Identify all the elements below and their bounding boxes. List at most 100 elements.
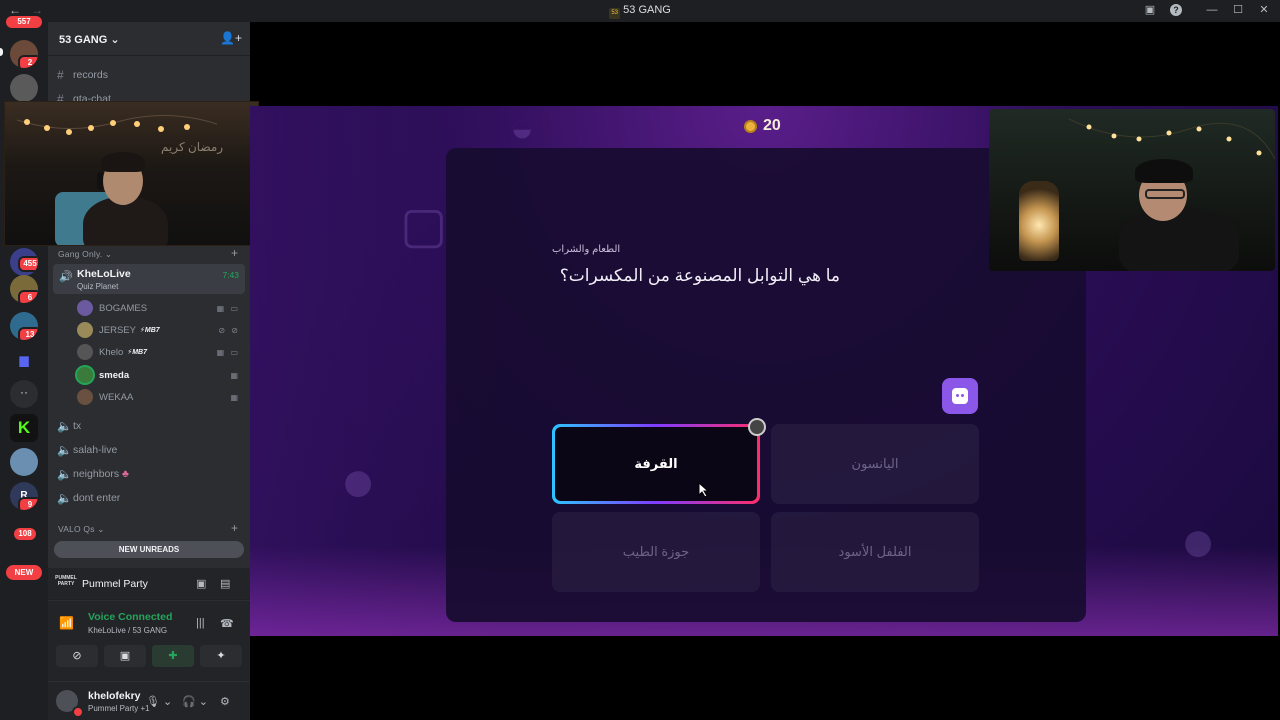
hash-icon: # (57, 68, 64, 82)
disconnect-icon[interactable]: ☎ (220, 617, 234, 630)
create-channel-icon[interactable]: + (231, 246, 238, 260)
ramadan-lantern (1019, 181, 1059, 261)
coin-counter: 20 (744, 117, 781, 135)
create-channel-icon[interactable]: + (231, 521, 238, 535)
voice-member[interactable]: Khelo ⚡MB7 (77, 342, 147, 362)
coin-icon (744, 119, 757, 133)
server-icon[interactable]: 2 (10, 40, 38, 68)
server-icon[interactable]: 13 (10, 312, 38, 340)
status-indicator (72, 706, 84, 718)
camera-off-button[interactable]: ⊘ (56, 645, 98, 667)
server-indicator (0, 48, 3, 56)
voice-channel-tx[interactable]: 🔈 tx (57, 419, 81, 433)
help-icon[interactable]: ? (1170, 3, 1182, 16)
answer-option-1[interactable]: القرفة (552, 418, 766, 504)
voice-channel-dont-enter[interactable]: 🔈 dont enter (57, 491, 120, 505)
avatar (77, 389, 93, 405)
answer-option-2[interactable]: اليانسون (771, 424, 979, 504)
activities-button[interactable]: ✚ (152, 645, 194, 667)
server-icon[interactable]: R 9 (10, 482, 38, 510)
voice-member[interactable]: WEKAA (77, 387, 133, 407)
headphones-icon[interactable]: 🎧 ⌄ (182, 695, 208, 708)
new-servers-badge[interactable]: NEW (6, 565, 42, 580)
microphone-icon[interactable]: 🎙 ⌄ (146, 695, 172, 708)
person-body (1119, 207, 1239, 271)
question-category: الطعام والشراب (552, 244, 621, 255)
avatar (77, 300, 93, 316)
speaker-icon: 🔈 (57, 419, 72, 433)
minimize-icon[interactable]: — (1206, 4, 1218, 16)
chevron-down-icon: ⌄ (110, 34, 120, 46)
speaker-icon: 🔊 (59, 271, 73, 283)
voice-status[interactable]: Voice Connected (88, 611, 172, 623)
speaker-icon: 🔈 (57, 443, 72, 457)
soundboard-button[interactable]: ✦ (200, 645, 242, 667)
noise-suppression-icon[interactable]: ||| (196, 617, 205, 629)
guild-header[interactable]: 53 GANG ⌄ 👤+ (48, 22, 250, 56)
window-title: 53 53 GANG (0, 4, 1280, 19)
person-hair (101, 152, 145, 172)
kick-server-icon[interactable]: K (10, 414, 38, 442)
user-panel: khelofekry Pummel Party +1 🎙 ⌄ 🎧 ⌄ ⚙ (48, 682, 250, 720)
folder-icon[interactable]: ▆ (10, 346, 38, 374)
ramadan-text: رمضان كريم (161, 140, 224, 154)
emote-eye (961, 394, 964, 397)
avatar (77, 344, 93, 360)
voice-channel-kheLolive[interactable]: 🔊 KheLoLive Quiz Planet 7:43 (53, 264, 245, 294)
activity-name: Pummel Party (82, 578, 148, 590)
category-gang-only[interactable]: Gang Only. ⌄ (58, 249, 112, 260)
headphones (97, 172, 103, 190)
voice-member[interactable]: JERSEY ⚡MB7 (77, 320, 160, 340)
game-logo: PUMMEL PARTY (55, 575, 77, 587)
invite-people-icon[interactable]: 👤+ (220, 31, 242, 45)
avatar (77, 367, 93, 383)
settings-gear-icon[interactable]: ⚙ (220, 695, 230, 708)
category-valo-qs[interactable]: VALO Qs ⌄ (58, 524, 105, 535)
member-status-icons: ▦ ▭ (216, 348, 240, 357)
new-unreads-button[interactable]: NEW UNREADS (54, 541, 244, 558)
voice-channel-path[interactable]: KheLoLive / 53 GANG (88, 626, 167, 635)
maximize-icon[interactable]: ☐ (1232, 3, 1244, 16)
member-status-icons: ▦ ▭ (216, 304, 240, 313)
glasses (1145, 189, 1185, 199)
server-icon[interactable]: 6 (10, 275, 38, 303)
head-doodle-icon: ● (340, 447, 377, 514)
activity-settings-icon[interactable]: ▤ (220, 577, 230, 590)
emote-eye (956, 394, 959, 397)
person-cap (1135, 159, 1193, 183)
speaker-icon: 🔈 (57, 491, 72, 505)
share-screen-button[interactable]: ▣ (104, 645, 146, 667)
more-servers-icon[interactable]: ·· (10, 380, 38, 408)
emote-button[interactable] (942, 378, 978, 414)
server-icon[interactable] (10, 448, 38, 476)
tv-doodle-icon: ▢ (400, 197, 448, 253)
server-icon[interactable] (10, 74, 38, 102)
close-icon[interactable]: ✕ (1258, 3, 1270, 16)
username[interactable]: khelofekry (88, 690, 141, 702)
unread-mentions-badge: 557 (6, 16, 42, 28)
voice-channel-neighbors[interactable]: 🔈 neighbors ♣ (57, 467, 129, 481)
share-screen-icon[interactable]: ▣ (196, 577, 206, 590)
title-bar: ← → 53 53 GANG ▣ ? — ☐ ✕ (0, 0, 1280, 22)
emote-icon (952, 388, 968, 404)
head-doodle-icon: ● (1180, 507, 1217, 574)
voice-member[interactable]: smeda (77, 365, 129, 385)
speaker-icon: 🔈 (57, 467, 72, 481)
unread-count-badge: 108 (14, 528, 36, 540)
answer-option-4[interactable]: الفلفل الأسود (771, 512, 979, 592)
answer-option-3[interactable]: جوزة الطيب (552, 512, 760, 592)
webcam-overlay-left: رمضان كريم (4, 101, 259, 246)
activity-icon: ▦ (230, 393, 240, 402)
channel-records[interactable]: # records (57, 68, 108, 82)
server-tag-icon: 53 (609, 8, 621, 19)
string-lights-decoration (17, 114, 217, 135)
answer-label: القرفة (555, 427, 757, 501)
member-muted-icons: ⊘ ⊘ (218, 326, 240, 335)
avatar (77, 322, 93, 338)
voice-connection-panel: 📶 Voice Connected KheLoLive / 53 GANG ||… (48, 601, 250, 681)
inbox-icon[interactable]: ▣ (1144, 3, 1156, 16)
voice-member[interactable]: BOGAMES (77, 298, 147, 318)
voice-channel-salah-live[interactable]: 🔈 salah-live (57, 443, 117, 457)
activity-icon: ▦ (230, 371, 240, 380)
server-icon[interactable]: 455 (10, 248, 38, 276)
